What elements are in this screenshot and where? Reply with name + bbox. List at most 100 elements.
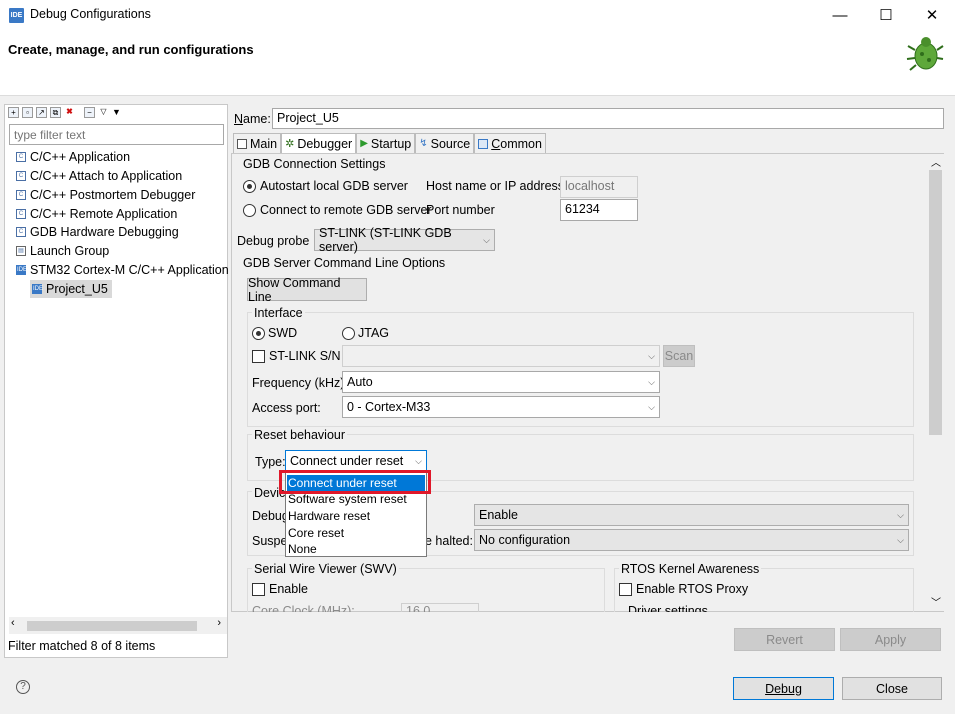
collapse-all-icon[interactable]: − (84, 107, 95, 118)
suspend-watchdog-select[interactable]: No configuration ⌵ (474, 529, 909, 551)
source-tab-icon: ↯ (419, 138, 428, 149)
show-command-line-button[interactable]: Show Command Line (247, 276, 367, 304)
delete-icon[interactable]: ✖ (64, 107, 75, 118)
tree-item-project-u5[interactable]: IDE Project_U5 (30, 280, 112, 298)
tree-item-cpp-application[interactable]: C C/C++ Application (16, 150, 130, 164)
apply-button[interactable]: Apply (840, 628, 941, 651)
tree-item-cpp-attach[interactable]: C C/C++ Attach to Application (16, 169, 182, 183)
cpp-config-icon: C (16, 190, 26, 200)
filter-icon[interactable]: ▽ (98, 107, 109, 118)
scroll-left-icon[interactable]: ‹ (11, 617, 15, 629)
main-tab-icon (237, 138, 247, 149)
tree-item-cpp-postmortem[interactable]: C C/C++ Postmortem Debugger (16, 188, 195, 202)
tab-common[interactable]: Common (474, 133, 546, 153)
checkbox-indicator (252, 349, 265, 363)
cpp-config-icon: C (16, 209, 26, 219)
window-title: Debug Configurations (30, 7, 151, 21)
close-button[interactable]: Close (842, 677, 942, 700)
reset-option-none[interactable]: None (287, 541, 425, 557)
reset-option-hardware-reset[interactable]: Hardware reset (287, 508, 425, 524)
filter-status: Filter matched 8 of 8 items (8, 639, 156, 653)
help-icon[interactable]: ? (16, 680, 30, 694)
access-port-select[interactable]: 0 - Cortex-M33 ⌵ (342, 396, 660, 418)
tree-item-label: C/C++ Postmortem Debugger (30, 188, 196, 202)
debug-low-power-select[interactable]: Enable ⌵ (474, 504, 909, 526)
app-icon: IDE (9, 8, 24, 23)
tree-item-label: C/C++ Remote Application (30, 207, 178, 221)
rtos-proxy-checkbox[interactable]: Enable RTOS Proxy (619, 582, 748, 596)
cpp-config-icon: C (16, 152, 26, 162)
cpp-config-icon: C (16, 171, 26, 181)
chevron-down-icon: ⌵ (897, 534, 904, 545)
radio-indicator (342, 326, 355, 340)
tab-source[interactable]: ↯ Source (415, 133, 475, 153)
tree-item-launch-group[interactable]: ▤ Launch Group (16, 244, 109, 258)
server-options-section-title: GDB Server Command Line Options (243, 256, 446, 270)
core-clock-input[interactable]: 16.0 (401, 603, 479, 612)
connect-remote-gdb-radio[interactable]: Connect to remote GDB server (243, 203, 432, 217)
chevron-down-icon: ⌵ (648, 350, 655, 361)
tree-item-gdb-hardware[interactable]: C GDB Hardware Debugging (16, 225, 179, 239)
debug-bug-icon (906, 34, 944, 72)
content-scroll-thumb[interactable] (929, 170, 942, 435)
highlight-box (279, 470, 431, 494)
new-config-icon[interactable]: + (8, 107, 19, 118)
scroll-down-icon[interactable]: ﹀ (931, 594, 941, 609)
radio-indicator (243, 179, 256, 193)
ide-icon: IDE (32, 284, 44, 294)
halted-label: e halted: (425, 534, 473, 548)
tree-item-cpp-remote[interactable]: C C/C++ Remote Application (16, 207, 177, 221)
scroll-thumb[interactable] (27, 621, 197, 631)
stlink-sn-select[interactable]: ⌵ (342, 345, 660, 367)
name-input[interactable]: Project_U5 (272, 108, 944, 129)
reset-type-select[interactable]: Connect under reset ⌵ (285, 450, 427, 472)
new-prototype-icon[interactable]: ▫ (22, 107, 33, 118)
checkbox-indicator (252, 582, 265, 596)
filter-input[interactable] (9, 124, 224, 145)
reset-behaviour-title: Reset behaviour (252, 428, 348, 442)
debug-probe-label: Debug probe (237, 234, 310, 248)
swd-radio[interactable]: SWD (252, 326, 297, 340)
duplicate-icon[interactable]: ⧉ (50, 107, 61, 118)
port-label: Port number (426, 203, 495, 217)
export-icon[interactable]: ↗ (36, 107, 47, 118)
frequency-select[interactable]: Auto ⌵ (342, 371, 660, 393)
tree-horizontal-scrollbar[interactable]: ‹ › (9, 617, 227, 634)
tab-debugger[interactable]: ✲ Debugger (281, 133, 357, 153)
tab-startup[interactable]: ▶ Startup (356, 133, 416, 153)
debugger-tab-icon: ✲ (285, 138, 295, 150)
tab-main[interactable]: Main (233, 133, 282, 153)
interface-group-title: Interface (252, 306, 305, 320)
debug-low-power-label: Debug (252, 509, 289, 523)
reset-option-core-reset[interactable]: Core reset (287, 525, 425, 541)
checkbox-indicator (619, 582, 632, 596)
dialog-header (0, 30, 955, 96)
chevron-down-icon: ⌵ (483, 234, 490, 245)
scan-button[interactable]: Scan (663, 345, 695, 367)
swv-enable-checkbox[interactable]: Enable (252, 582, 308, 596)
debug-probe-select[interactable]: ST-LINK (ST-LINK GDB server) ⌵ (314, 226, 495, 254)
host-input[interactable]: localhost (560, 176, 638, 198)
tree-item-stm32-cortex-m[interactable]: IDE STM32 Cortex-M C/C++ Application (16, 263, 229, 277)
close-window-button[interactable]: ✕ (909, 0, 955, 30)
access-port-label: Access port: (252, 401, 321, 415)
jtag-radio[interactable]: JTAG (342, 326, 389, 340)
chevron-down-icon: ⌵ (897, 509, 904, 520)
chevron-down-icon: ⌵ (648, 376, 655, 387)
minimize-button[interactable]: — (817, 0, 863, 30)
tree-item-label: C/C++ Application (30, 150, 131, 164)
revert-button[interactable]: Revert (734, 628, 835, 651)
stlink-sn-checkbox[interactable]: ST-LINK S/N (252, 349, 341, 363)
tree-item-label: GDB Hardware Debugging (30, 225, 179, 239)
debug-button[interactable]: Debug (733, 677, 834, 700)
maximize-button[interactable]: ☐ (863, 0, 909, 30)
autostart-gdb-radio[interactable]: Autostart local GDB server (243, 179, 408, 193)
view-menu-icon[interactable]: ▼ (112, 107, 121, 118)
ide-icon: IDE (16, 265, 28, 275)
scroll-up-icon[interactable]: ︿ (931, 154, 941, 169)
port-input[interactable]: 61234 (560, 199, 638, 221)
dialog-header-title: Create, manage, and run configurations (8, 42, 254, 57)
driver-settings-label: Driver settings (628, 604, 708, 612)
scroll-right-icon[interactable]: › (217, 617, 221, 629)
chevron-down-icon: ⌵ (648, 401, 655, 412)
